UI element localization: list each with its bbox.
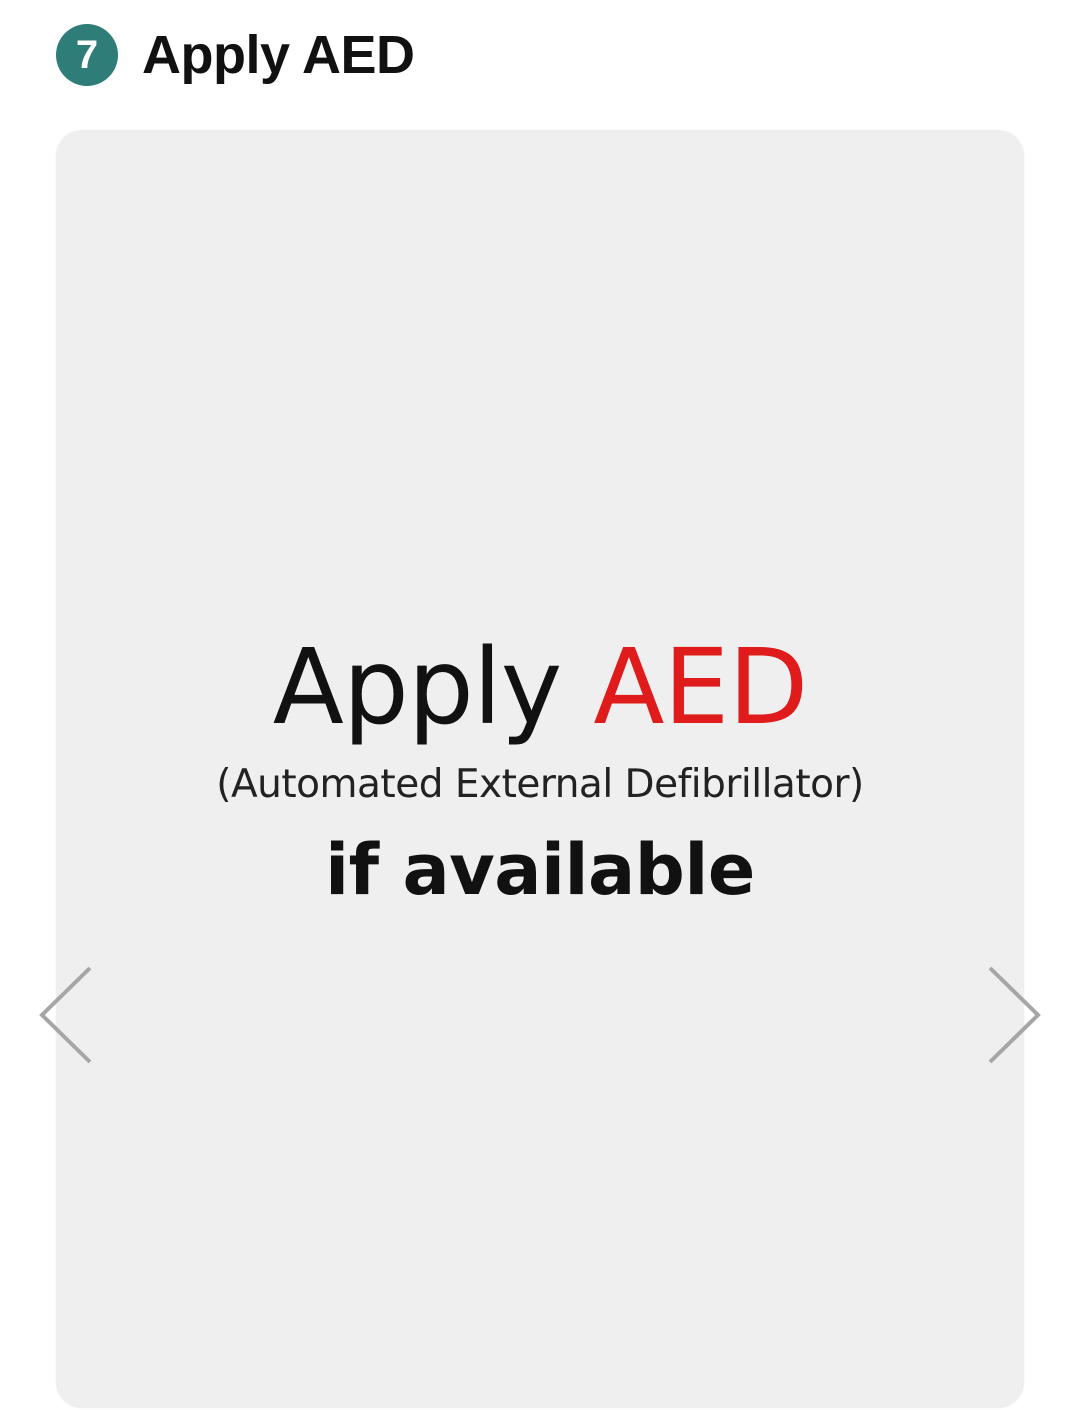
- slide-headline-accent: AED: [593, 626, 808, 748]
- carousel-prev-button[interactable]: [34, 962, 94, 1068]
- step-number-badge: 7: [56, 24, 118, 86]
- slide-headline-main: Apply: [272, 626, 563, 748]
- chevron-right-icon: [988, 966, 1041, 1064]
- carousel-next-button[interactable]: [984, 962, 1044, 1068]
- slide-availability: if available: [325, 829, 755, 912]
- chevron-left-icon: [39, 966, 92, 1064]
- step-header: 7 Apply AED: [56, 24, 415, 86]
- step-number: 7: [75, 33, 99, 77]
- slide-card[interactable]: Apply AED (Automated External Defibrilla…: [56, 130, 1024, 1408]
- slide-subtitle: (Automated External Defibrillator): [216, 762, 864, 808]
- slide-headline: Apply AED: [56, 630, 1024, 744]
- step-title: Apply AED: [142, 25, 415, 85]
- slide-content: Apply AED (Automated External Defibrilla…: [56, 630, 1024, 912]
- page: 7 Apply AED Apply AED (Automated Externa…: [0, 0, 1080, 1410]
